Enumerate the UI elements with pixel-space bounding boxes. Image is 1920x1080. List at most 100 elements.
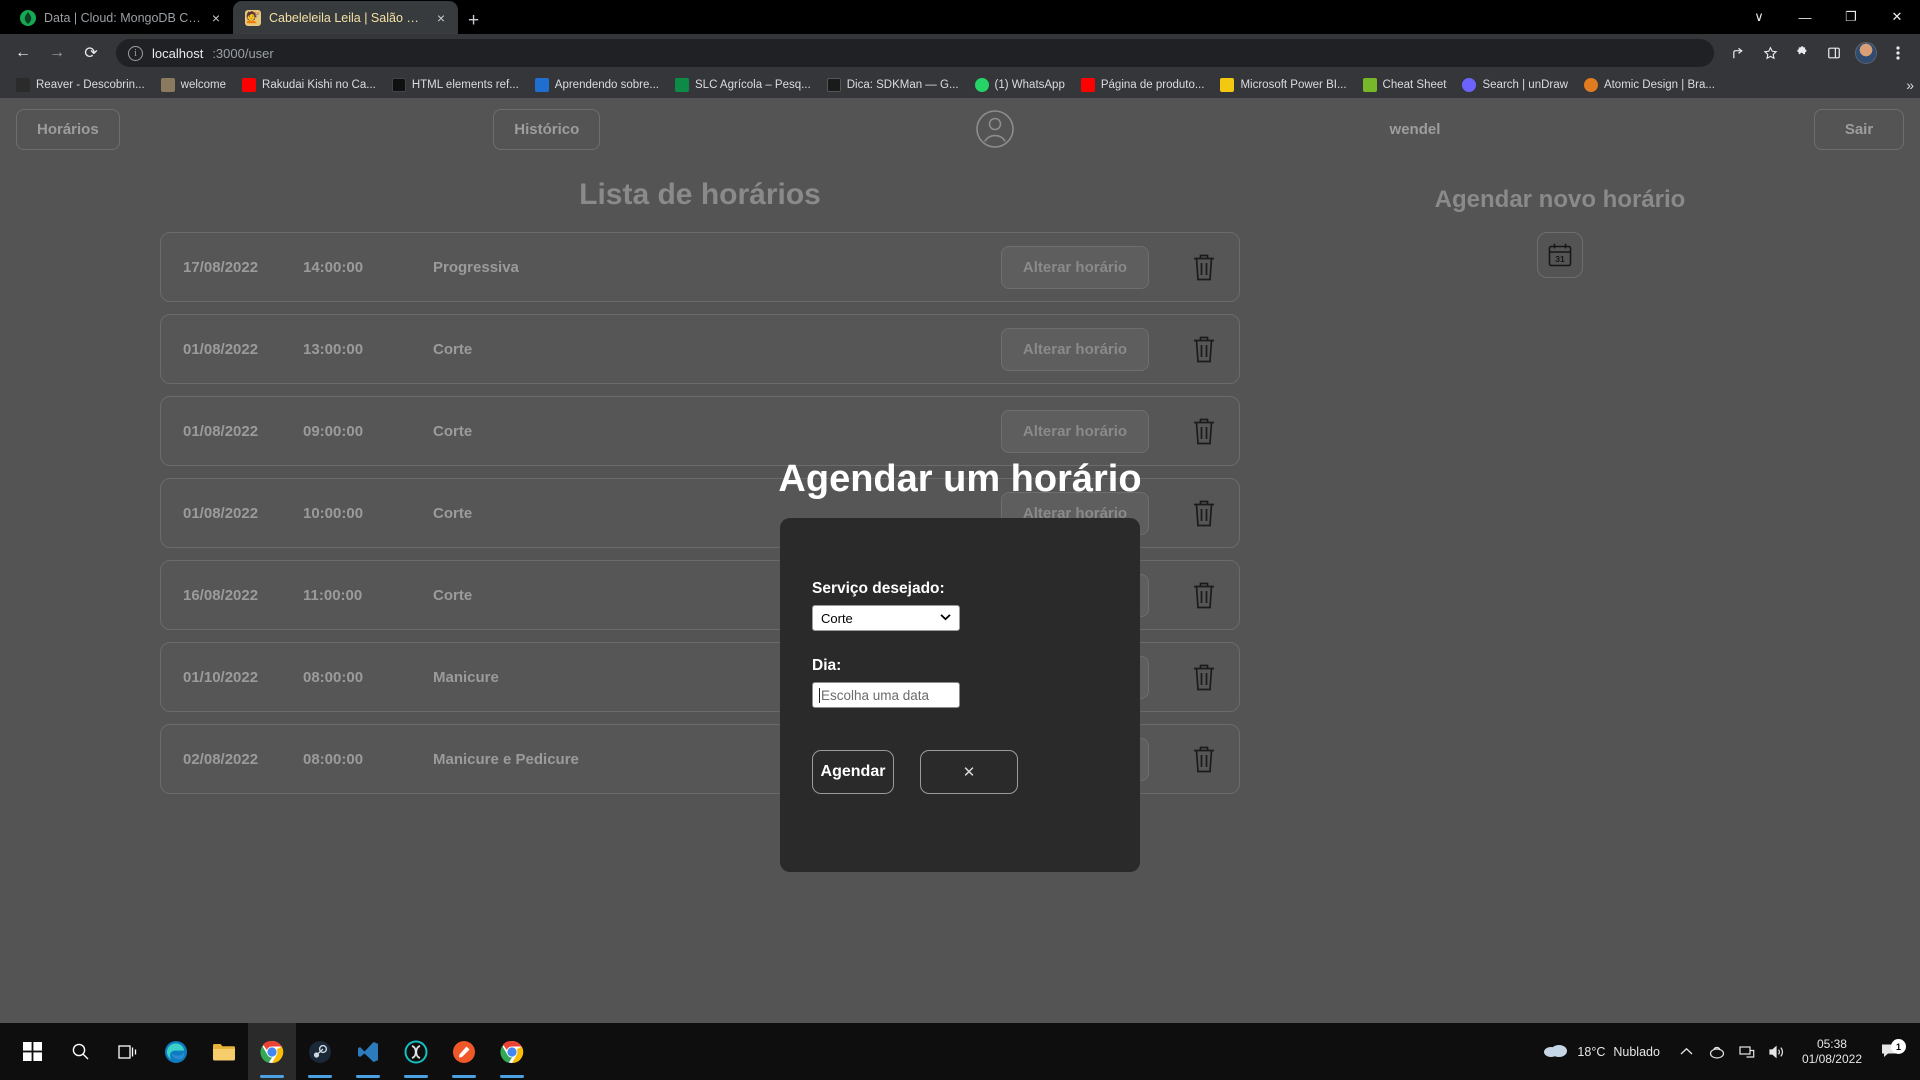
day-input-placeholder: Escolha uma data — [821, 687, 930, 703]
chrome-menu-icon[interactable] — [1884, 39, 1912, 67]
bookmark-label: Search | unDraw — [1482, 79, 1568, 91]
address-bar[interactable]: i localhost:3000/user — [116, 39, 1714, 67]
browser-tab-2-close-icon[interactable]: × — [434, 9, 448, 27]
app-navbar: Horários Histórico wendel Sair — [0, 98, 1920, 160]
site-info-icon[interactable]: i — [128, 45, 143, 61]
bookmark-item[interactable]: Dica: SDKMan — G... — [819, 76, 967, 94]
modal-title: Agendar um horário — [778, 458, 1142, 500]
trash-icon[interactable] — [1191, 416, 1217, 446]
alter-appointment-button[interactable]: Alterar horário — [1001, 245, 1149, 289]
nav-historico-button[interactable]: Histórico — [493, 108, 601, 150]
notification-count: 1 — [1891, 1039, 1906, 1054]
calendar-31-icon[interactable]: 31 — [1537, 232, 1583, 278]
appointment-date: 02/08/2022 — [183, 750, 259, 768]
appointment-date: 16/08/2022 — [183, 586, 259, 604]
reload-icon[interactable]: ⟳ — [76, 38, 106, 68]
appointment-time: 11:00:00 — [303, 586, 363, 604]
trash-icon[interactable] — [1191, 252, 1217, 282]
bookmark-item[interactable]: Aprendendo sobre... — [527, 76, 667, 94]
bookmark-star-icon[interactable] — [1756, 39, 1784, 67]
day-input[interactable]: Escolha uma data — [812, 682, 960, 708]
maximize-button[interactable]: ❐ — [1828, 0, 1874, 34]
trash-icon[interactable] — [1191, 662, 1217, 692]
mongodb-icon — [20, 9, 36, 26]
profile-avatar[interactable] — [1852, 39, 1880, 67]
postman-icon[interactable] — [440, 1023, 488, 1080]
chrome-icon[interactable] — [248, 1023, 296, 1080]
appointment-time: 13:00:00 — [303, 340, 364, 358]
bookmark-item[interactable]: Página de produto... — [1073, 76, 1213, 94]
appointment-time: 08:00:00 — [303, 750, 364, 768]
bookmark-item[interactable]: Rakudai Kishi no Ca... — [234, 76, 384, 94]
file-explorer-icon[interactable] — [200, 1023, 248, 1080]
bookmark-item[interactable]: Microsoft Power BI... — [1212, 76, 1354, 94]
bookmark-item[interactable]: welcome — [153, 76, 234, 94]
trash-icon[interactable] — [1191, 334, 1217, 364]
bookmark-label: Aprendendo sobre... — [554, 79, 659, 91]
app-page: Horários Histórico wendel Sair Lista de … — [0, 98, 1920, 1023]
bookmarks-overflow-icon[interactable]: » — [1906, 77, 1914, 93]
close-window-button[interactable]: ✕ — [1874, 0, 1920, 34]
bookmark-item[interactable]: Search | unDraw — [1454, 76, 1575, 94]
bookmark-favicon — [242, 78, 257, 92]
chevron-down-icon[interactable]: ∨ — [1736, 0, 1782, 34]
bookmark-item[interactable]: HTML elements ref... — [384, 76, 527, 94]
browser-tab-1[interactable]: Data | Cloud: MongoDB Cloud × — [8, 1, 233, 34]
bookmark-favicon — [1362, 78, 1377, 92]
bookmark-item[interactable]: Atomic Design | Bra... — [1576, 76, 1723, 94]
bookmark-favicon — [534, 78, 549, 92]
table-row: 01/08/2022 13:00:00 Corte Alterar horário — [160, 314, 1240, 384]
taskbar-clock[interactable]: 05:38 01/08/2022 — [1792, 1037, 1872, 1067]
weather-widget[interactable]: 18°C Nublado — [1531, 1042, 1672, 1061]
bookmark-item[interactable]: (1) WhatsApp — [967, 76, 1073, 94]
close-modal-button[interactable]: ✕ — [920, 750, 1018, 794]
trash-icon[interactable] — [1191, 744, 1217, 774]
alter-appointment-button[interactable]: Alterar horário — [1001, 409, 1149, 453]
minimize-button[interactable]: — — [1782, 0, 1828, 34]
appointment-time: 10:00:00 — [303, 504, 364, 522]
nav-horarios-button[interactable]: Horários — [16, 108, 120, 150]
bookmark-favicon — [1220, 78, 1235, 92]
notification-icon[interactable]: 1 — [1872, 1039, 1908, 1060]
appointment-service: Corte — [433, 422, 473, 440]
bookmark-item[interactable]: SLC Agrícola – Pesq... — [667, 76, 819, 94]
gitkraken-icon[interactable] — [392, 1023, 440, 1080]
trash-icon[interactable] — [1191, 580, 1217, 610]
search-icon[interactable] — [56, 1023, 104, 1080]
browser-tab-1-close-icon[interactable]: × — [209, 9, 223, 27]
vscode-icon[interactable] — [344, 1023, 392, 1080]
chevron-up-icon[interactable] — [1672, 1047, 1702, 1056]
onedrive-icon[interactable] — [1702, 1045, 1732, 1059]
bookmark-label: Reaver - Descobrin... — [36, 79, 145, 91]
appointment-time: 08:00:00 — [303, 668, 364, 686]
back-icon[interactable]: ← — [8, 38, 38, 68]
bookmark-favicon — [391, 78, 406, 92]
steam-icon[interactable] — [296, 1023, 344, 1080]
appointment-date: 01/08/2022 — [183, 504, 259, 522]
bookmark-item[interactable]: Reaver - Descobrin... — [8, 76, 153, 94]
weather-condition: Nublado — [1613, 1044, 1660, 1059]
bookmark-favicon — [16, 78, 30, 92]
new-tab-button[interactable]: + — [468, 11, 479, 30]
forward-icon[interactable]: → — [42, 38, 72, 68]
alter-appointment-button[interactable]: Alterar horário — [1001, 327, 1149, 371]
windows-start-icon[interactable] — [8, 1023, 56, 1080]
bookmark-label: Atomic Design | Bra... — [1603, 79, 1715, 91]
bookmark-label: welcome — [180, 79, 227, 91]
submit-button[interactable]: Agendar — [812, 750, 894, 794]
bookmark-favicon — [974, 78, 989, 92]
volume-icon[interactable] — [1762, 1045, 1792, 1059]
chrome-icon-2[interactable] — [488, 1023, 536, 1080]
extensions-puzzle-icon[interactable] — [1788, 39, 1816, 67]
task-view-icon[interactable] — [104, 1023, 152, 1080]
edge-icon[interactable] — [152, 1023, 200, 1080]
share-icon[interactable] — [1724, 39, 1752, 67]
browser-tab-2[interactable]: 💇 Cabeleleila Leila | Salão de Beleza × — [233, 1, 458, 34]
network-icon[interactable] — [1732, 1045, 1762, 1059]
bookmark-item[interactable]: Cheat Sheet — [1355, 76, 1455, 94]
service-select[interactable]: Corte — [812, 605, 960, 631]
nav-username: wendel — [1389, 120, 1441, 138]
sidepanel-icon[interactable] — [1820, 39, 1848, 67]
nav-logout-button[interactable]: Sair — [1814, 108, 1904, 150]
trash-icon[interactable] — [1191, 498, 1217, 528]
